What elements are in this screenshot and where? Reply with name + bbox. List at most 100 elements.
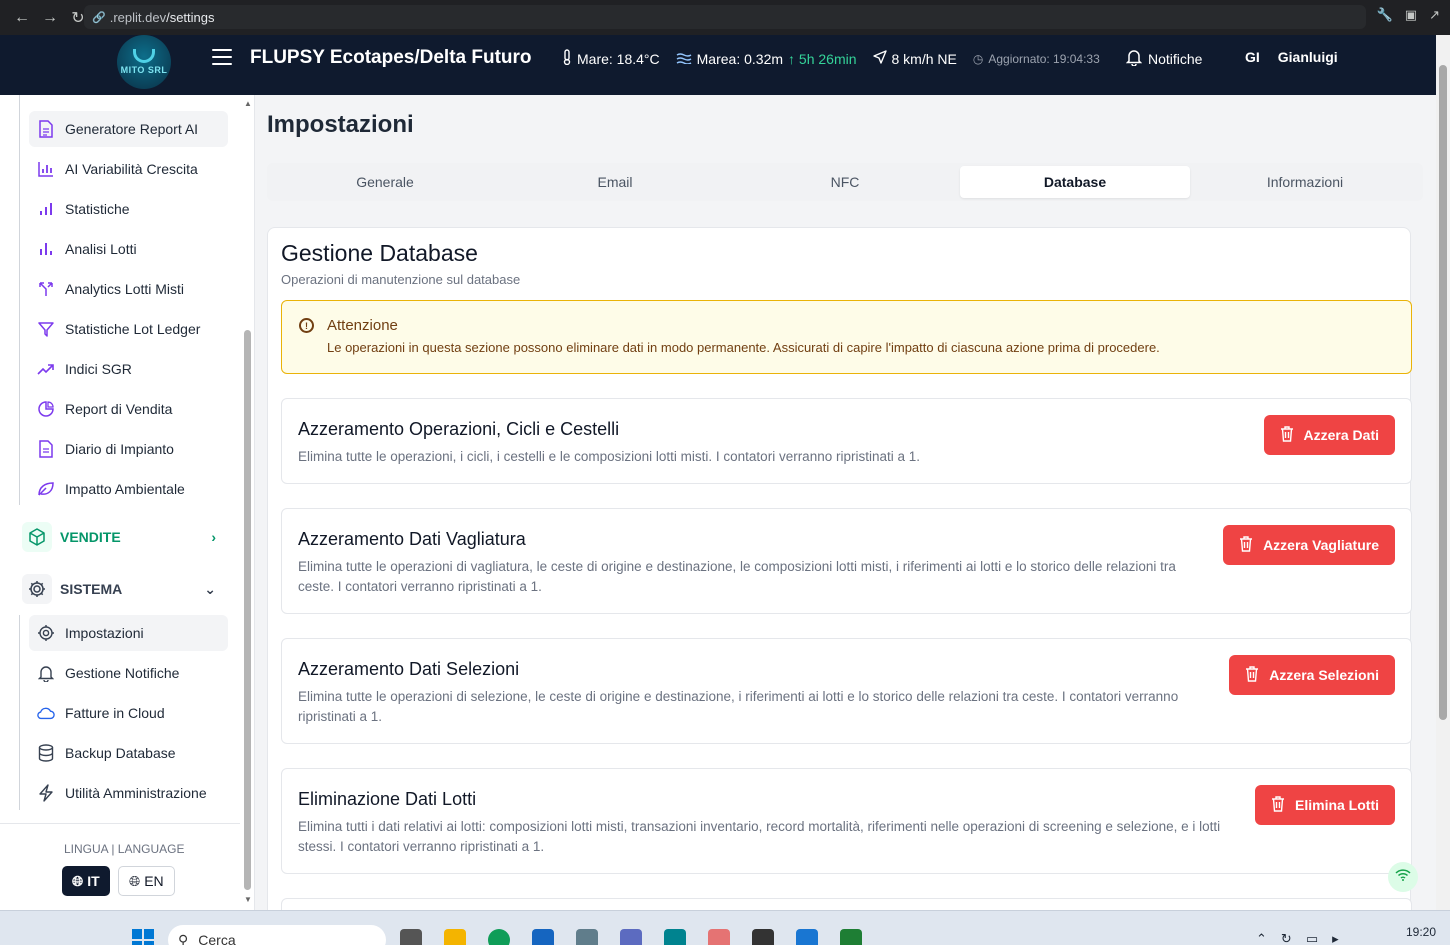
card-title: Gestione Database [281, 240, 478, 266]
alert-circle-icon: ! [299, 318, 314, 333]
sidebar-scrollbar[interactable]: ▲ ▼ [242, 95, 254, 910]
sidebar-item-impatto-ambientale[interactable]: Impatto Ambientale [29, 471, 228, 507]
operation-card: Azzeramento Operazioni, Cicli e Cestelli… [281, 398, 1412, 484]
sidebar-item-utilita-amministrazione[interactable]: Utilità Amministrazione [29, 775, 228, 811]
devices-icon[interactable]: ▣ [1405, 7, 1417, 23]
sidebar-item-analisi-lotti[interactable]: Analisi Lotti [29, 231, 228, 267]
navigation-arrow-icon [872, 50, 887, 67]
globe-icon: 🌐︎ [129, 872, 141, 889]
tab-nfc[interactable]: NFC [730, 166, 960, 198]
browser-actions: 🔧 ▣ ↗ [1377, 7, 1440, 23]
sidebar-section-vendite[interactable]: VENDITE › [22, 521, 226, 553]
report-doc-icon [37, 120, 55, 138]
address-bar[interactable]: 🔗 .replit.dev/settings [84, 5, 1366, 29]
volume-icon[interactable]: ▸ [1332, 931, 1339, 945]
windows-start-icon[interactable] [132, 929, 154, 945]
app-header: MITO SRL FLUPSY Ecotapes/Delta Futuro Ma… [0, 35, 1436, 95]
app-icon[interactable] [752, 929, 774, 945]
trash-icon [1239, 535, 1253, 555]
search-icon: ⚲ [178, 931, 189, 945]
user-name: Gianluigi [1277, 49, 1338, 65]
app-icon[interactable] [664, 929, 686, 945]
clock-icon: ◷ [972, 51, 984, 66]
display-icon[interactable]: ▭ [1306, 931, 1318, 945]
notifications-label: Notifiche [1148, 50, 1203, 67]
teams-icon[interactable] [620, 929, 642, 945]
operation-title: Azzeramento Dati Vagliatura [298, 529, 526, 549]
bell-icon [1125, 48, 1143, 69]
bar-chart-icon [37, 200, 55, 218]
gear-icon [37, 624, 55, 642]
pie-chart-icon [37, 400, 55, 418]
card-subtitle: Operazioni di manutenzione sul database [281, 272, 521, 287]
elimina-lotti-button[interactable]: Elimina Lotti [1255, 785, 1395, 825]
page-scrollbar[interactable] [1436, 35, 1450, 910]
chevron-up-icon[interactable]: ⌃ [1256, 931, 1267, 945]
connection-status-button[interactable] [1388, 862, 1418, 892]
azzera-selezioni-button[interactable]: Azzera Selezioni [1229, 655, 1395, 695]
sidebar-item-statistiche-lot-ledger[interactable]: Statistiche Lot Ledger [29, 311, 228, 347]
forward-icon[interactable]: → [36, 4, 64, 32]
wifi-icon [1395, 868, 1411, 886]
edge-browser-icon[interactable] [488, 929, 510, 945]
operation-title: Azzeramento Operazioni, Cicli e Cestelli [298, 419, 620, 439]
sync-icon[interactable]: ↻ [1281, 931, 1292, 945]
excel-icon[interactable] [840, 929, 862, 945]
app-icon[interactable] [796, 929, 818, 945]
sidebar-item-backup-database[interactable]: Backup Database [29, 735, 228, 771]
sidebar-item-fatture-in-cloud[interactable]: Fatture in Cloud [29, 695, 228, 731]
url-domain: .replit.dev [109, 9, 167, 25]
sidebar-section-sistema[interactable]: SISTEMA ⌄ [22, 573, 226, 605]
sidebar-item-analytics-lotti-misti[interactable]: Analytics Lotti Misti [29, 271, 228, 307]
sidebar-item-ai-variabilita-crescita[interactable]: AI Variabilità Crescita [29, 151, 228, 187]
sea-temperature: Mare: 18.4°C [577, 50, 660, 67]
settings-tabs: Generale Email NFC Database Informazioni [267, 163, 1423, 201]
open-external-icon[interactable]: ↗ [1429, 7, 1440, 23]
language-label: LINGUA | LANGUAGE [64, 842, 185, 856]
store-icon[interactable] [532, 929, 554, 945]
file-explorer-icon[interactable] [444, 929, 466, 945]
tab-database[interactable]: Database [960, 166, 1190, 198]
package-icon [22, 522, 52, 552]
app-icon[interactable] [708, 929, 730, 945]
database-card: Gestione Database Operazioni di manutenz… [267, 227, 1412, 910]
sidebar-item-generatore-report-ai[interactable]: Generatore Report AI [29, 111, 228, 147]
wind-speed: 8 km/h NE [891, 50, 957, 67]
search-placeholder: Cerca [198, 932, 236, 945]
bar-chart-icon [37, 240, 55, 258]
tide-level: Marea: 0.32m [696, 50, 784, 67]
link-icon: 🔗 [92, 11, 106, 24]
lang-en-button[interactable]: 🌐︎ EN [118, 866, 175, 896]
sidebar-item-indici-sgr[interactable]: Indici SGR [29, 351, 228, 387]
last-updated: Aggiornato: 19:04:33 [988, 51, 1100, 66]
thermometer-icon [562, 49, 572, 68]
lang-it-button[interactable]: 🌐︎ IT [62, 866, 110, 896]
taskbar-clock[interactable]: 19:20 [1406, 925, 1436, 939]
menu-toggle-icon[interactable] [212, 49, 232, 65]
task-view-icon[interactable] [400, 929, 422, 945]
page-title: Impostazioni [267, 111, 414, 138]
sidebar-item-gestione-notifiche[interactable]: Gestione Notifiche [29, 655, 228, 691]
tab-informazioni[interactable]: Informazioni [1190, 166, 1420, 198]
sidebar: Generatore Report AI AI Variabilità Cres… [0, 95, 255, 910]
wrench-icon[interactable]: 🔧 [1377, 7, 1393, 23]
sidebar-item-statistiche[interactable]: Statistiche [29, 191, 228, 227]
bell-icon [37, 664, 55, 682]
notifications-button[interactable]: Notifiche [1125, 48, 1203, 69]
database-icon [37, 744, 55, 762]
sidebar-item-diario-di-impianto[interactable]: Diario di Impianto [29, 431, 228, 467]
operation-description: Elimina tutti i dati relativi ai lotti: … [298, 819, 1221, 854]
user-menu[interactable]: GI Gianluigi [1245, 49, 1338, 65]
sidebar-item-report-di-vendita[interactable]: Report di Vendita [29, 391, 228, 427]
calculator-icon[interactable] [576, 929, 598, 945]
tab-email[interactable]: Email [500, 166, 730, 198]
weather-bar: Mare: 18.4°C Marea: 0.32m ↑ 5h 26min 8 k… [562, 49, 1100, 68]
back-icon[interactable]: ← [8, 4, 36, 32]
url-path: /settings [166, 9, 215, 25]
split-icon [37, 280, 55, 298]
tab-generale[interactable]: Generale [270, 166, 500, 198]
azzera-vagliature-button[interactable]: Azzera Vagliature [1223, 525, 1395, 565]
taskbar-search[interactable]: ⚲ Cerca [168, 925, 386, 945]
sidebar-item-impostazioni[interactable]: Impostazioni [29, 615, 228, 651]
azzera-dati-button[interactable]: Azzera Dati [1263, 415, 1395, 455]
